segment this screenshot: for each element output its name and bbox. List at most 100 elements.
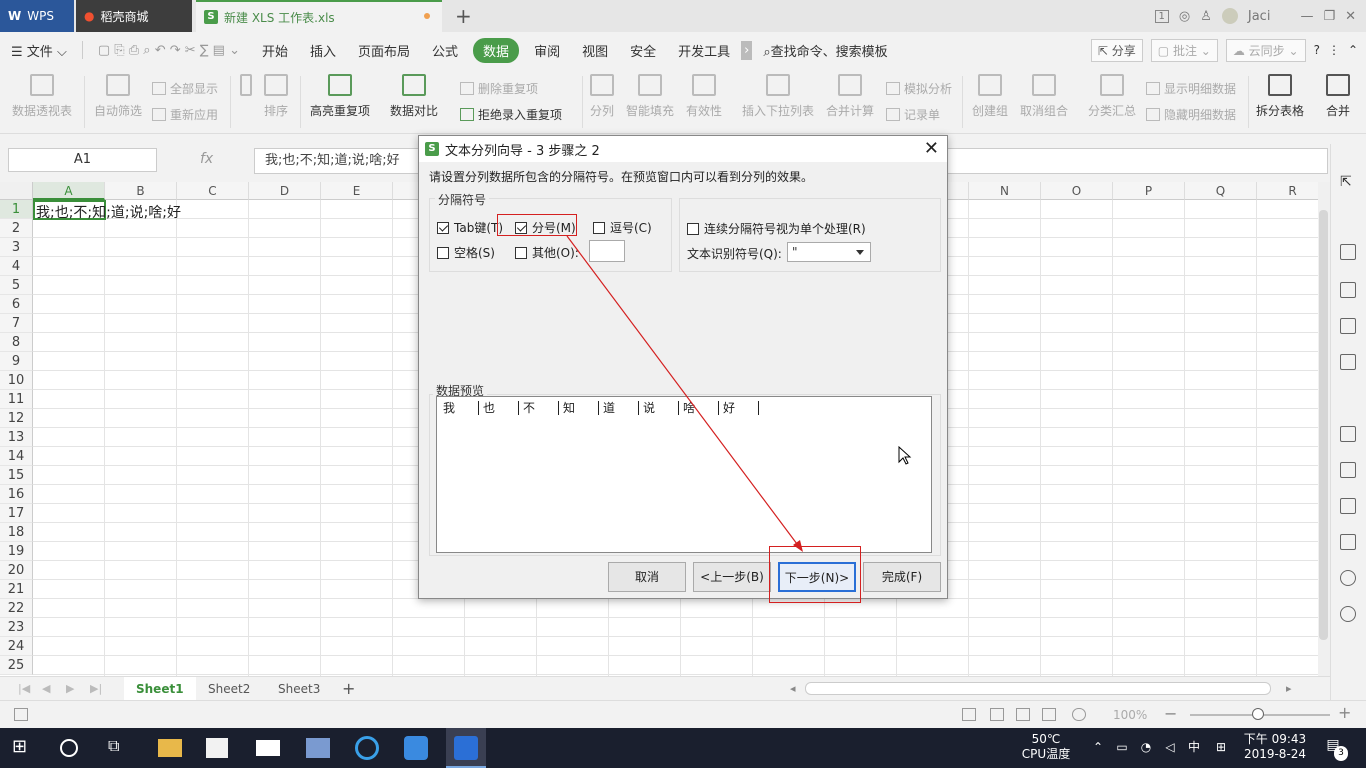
help-icon[interactable]: ? [1314,43,1320,57]
row-header-3[interactable]: 3 [0,238,33,257]
tab-daoke-store[interactable]: ● 稻壳商城 [76,0,192,32]
fx-icon[interactable]: fx [200,151,213,167]
cloud-sync-button[interactable]: ☁ 云同步 ⌄ [1225,38,1306,62]
windows-start-icon[interactable]: ⊞ [12,736,36,760]
share-button[interactable]: ⇱ 分享 [1090,38,1143,62]
scroll-left-icon[interactable]: ◂ [790,682,796,695]
column-header-c[interactable]: C [177,182,249,200]
column-header-n[interactable]: N [969,182,1041,200]
data-preview[interactable]: 我也不知道说啥好 [436,396,932,553]
text-qualifier-select[interactable]: " [787,242,871,262]
add-sheet-button[interactable]: + [330,677,367,701]
menu-security[interactable]: 安全 [619,41,667,60]
document-icon[interactable] [1340,534,1356,550]
row-header-6[interactable]: 6 [0,295,33,314]
menu-review[interactable]: 审阅 [523,41,571,60]
row-header-9[interactable]: 9 [0,352,33,371]
row-header-25[interactable]: 25 [0,656,33,675]
close-icon[interactable]: ✕ [924,138,939,159]
wps-taskbar-icon[interactable] [446,728,486,768]
history-icon[interactable] [1340,606,1356,622]
row-header-18[interactable]: 18 [0,523,33,542]
last-sheet-icon[interactable]: ▶| [90,682,102,695]
row-header-15[interactable]: 15 [0,466,33,485]
sheet-tab-3[interactable]: Sheet3 [266,677,332,701]
menu-developer[interactable]: 开发工具 [667,41,741,60]
horizontal-scrollbar[interactable] [805,682,1271,695]
row-header-5[interactable]: 5 [0,276,33,295]
pivot-table-button[interactable]: 数据透视表 [12,74,72,119]
row-header-1[interactable]: 1 [0,200,33,219]
battery-icon[interactable]: ▭ [1114,740,1130,755]
validity-button[interactable]: 有效性 [686,74,722,119]
menu-page-layout[interactable]: 页面布局 [347,41,421,60]
fullscreen-icon[interactable] [962,708,976,721]
notes-icon[interactable] [404,736,428,760]
name-box[interactable]: A1 [8,148,157,172]
reapply-button[interactable]: 重新应用 [152,106,218,123]
split-table-button[interactable]: 拆分表格 [1256,74,1304,119]
row-header-8[interactable]: 8 [0,333,33,352]
subtotal-button[interactable]: 分类汇总 [1088,74,1136,119]
finish-button[interactable]: 完成(F) [863,562,941,592]
scroll-right-icon[interactable]: ▸ [1286,682,1292,695]
column-header-d[interactable]: D [249,182,321,200]
network-icon[interactable]: ◔ [1138,740,1154,755]
sort-ascending-button[interactable] [240,74,252,102]
tab-document[interactable]: S 新建 XLS 工作表.xls [196,0,442,32]
store-icon[interactable] [206,738,228,758]
close-window-icon[interactable]: ✕ [1345,9,1356,24]
row-header-17[interactable]: 17 [0,504,33,523]
ungroup-button[interactable]: 取消组合 [1020,74,1068,119]
create-group-button[interactable]: 创建组 [972,74,1008,119]
menu-more-icon[interactable]: › [741,40,753,60]
show-all-button[interactable]: 全部显示 [152,80,218,97]
smart-fill-button[interactable]: 智能填充 [626,74,674,119]
table-icon[interactable] [1340,282,1356,298]
remote-icon[interactable] [306,738,330,758]
row-header-24[interactable]: 24 [0,637,33,656]
row-header-2[interactable]: 2 [0,219,33,238]
normal-view-icon[interactable] [990,708,1004,721]
consecutive-delimiters-checkbox[interactable]: 连续分隔符号视为单个处理(R) [687,220,866,237]
row-header-20[interactable]: 20 [0,561,33,580]
autofilter-button[interactable]: 自动筛选 [94,74,142,119]
record-form-button[interactable]: 记录单 [886,106,940,123]
column-header-e[interactable]: E [321,182,393,200]
archive-icon[interactable] [1340,498,1356,514]
dialog-title-bar[interactable]: S 文本分列向导 - 3 步骤之 2 ✕ [419,136,947,162]
prev-sheet-icon[interactable]: ◀ [42,682,50,695]
data-compare-button[interactable]: 数据对比 [390,74,438,119]
avatar[interactable] [1221,8,1238,24]
row-header-16[interactable]: 16 [0,485,33,504]
row-header-10[interactable]: 10 [0,371,33,390]
file-menu[interactable]: ☰ 文件 ⌵ [0,41,78,60]
command-search[interactable]: ⌕查找命令、搜索模板 [752,41,898,60]
row-header-21[interactable]: 21 [0,580,33,599]
restore-icon[interactable]: ❐ [1323,9,1335,24]
sort-button[interactable]: 排序 [264,74,288,119]
back-button[interactable]: <上一步(B) [693,562,771,592]
page-layout-icon[interactable] [1042,708,1056,721]
row-header-4[interactable]: 4 [0,257,33,276]
share-panel-icon[interactable] [1340,462,1356,478]
row-header-19[interactable]: 19 [0,542,33,561]
cancel-button[interactable]: 取消 [608,562,686,592]
new-tab-button[interactable]: + [455,4,472,28]
volume-icon[interactable]: ◁ [1162,740,1178,755]
column-header-q[interactable]: Q [1185,182,1257,200]
user-name[interactable]: Jaci [1248,9,1271,24]
row-header-23[interactable]: 23 [0,618,33,637]
clock[interactable]: 下午 09:43 2019-8-24 [1240,732,1310,762]
column-header-r[interactable]: R [1257,182,1318,200]
filter-panel-icon[interactable] [1340,354,1356,370]
keyboard-layout-icon[interactable]: ⊞ [1212,740,1230,755]
reject-duplicates-button[interactable]: 拒绝录入重复项 [460,106,562,123]
split-column-button[interactable]: 分列 [590,74,614,119]
file-explorer-icon[interactable] [158,739,182,757]
simulate-analysis-button[interactable]: 模拟分析 [886,80,952,97]
sheet-tab-2[interactable]: Sheet2 [196,677,262,701]
tab-checkbox[interactable]: Tab键(T) [437,219,503,236]
task-view-icon[interactable]: ⧉ [108,736,132,760]
backup-icon[interactable] [1340,570,1356,586]
